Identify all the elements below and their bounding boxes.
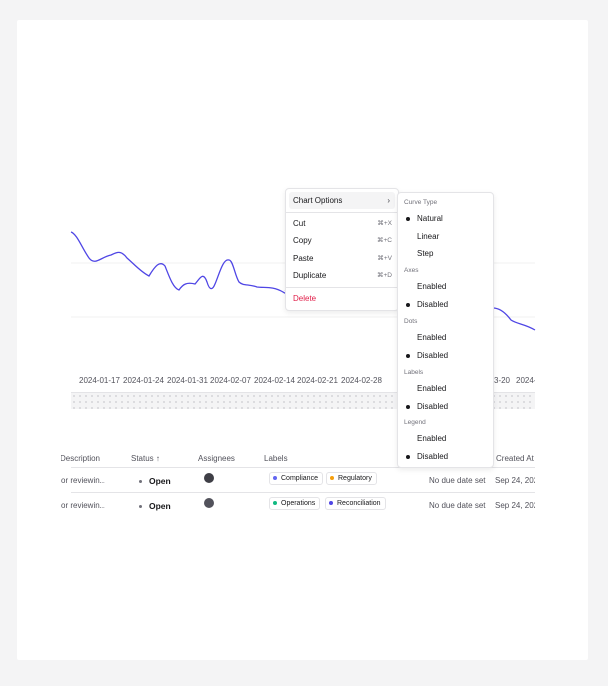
label-text: Compliance	[281, 475, 318, 482]
x-tick-label: 2024-01-17	[79, 376, 120, 385]
cell-status: Open	[139, 501, 171, 511]
cell-created-at: Sep 24, 202	[495, 501, 535, 510]
cell-created-at: Sep 24, 202	[495, 476, 535, 485]
x-tick-label: 2024-01-24	[123, 376, 164, 385]
status-dot-icon	[139, 505, 142, 509]
option-label: Enabled	[417, 434, 447, 443]
option-curve-natural[interactable]: Natural	[401, 210, 490, 227]
option-label: Enabled	[417, 282, 447, 291]
option-label: Disabled	[417, 351, 449, 360]
cell-status: Open	[139, 476, 171, 486]
label-text: Regulatory	[338, 475, 372, 482]
status-label: Open	[149, 501, 171, 511]
menu-item-label: Cut	[293, 219, 306, 228]
option-label: Disabled	[417, 300, 449, 309]
option-curve-linear[interactable]: Linear	[401, 228, 490, 245]
option-label: Enabled	[417, 333, 447, 342]
submenu-group-title: Curve Type	[404, 199, 438, 206]
context-menu: Chart Options › Cut ⌘+X Copy ⌘+C Paste ⌘…	[285, 188, 399, 311]
column-header-created-at[interactable]: Created At	[496, 454, 534, 463]
option-legend-enabled[interactable]: Enabled	[401, 430, 490, 447]
menu-item-paste[interactable]: Paste ⌘+V	[289, 250, 395, 267]
cell-due-date: No due date set	[429, 476, 486, 485]
status-label: Open	[149, 476, 171, 486]
submenu-group-title: Labels	[404, 369, 424, 376]
app-frame: 2024-01-17 2024-01-24 2024-01-31 2024-02…	[17, 20, 588, 660]
selected-dot-icon	[406, 303, 410, 307]
table-row[interactable]: or reviewin... Open Compliance Regulator…	[61, 467, 535, 492]
x-tick-label: 2024-02-21	[297, 376, 338, 385]
column-header-status[interactable]: Status ↑	[131, 454, 160, 463]
menu-divider	[286, 212, 398, 213]
option-label: Natural	[417, 214, 443, 223]
label-dot-icon	[329, 501, 333, 506]
menu-item-label: Duplicate	[293, 271, 327, 280]
label-text: Reconciliation	[337, 500, 381, 507]
selected-dot-icon	[406, 217, 410, 221]
x-tick-label: 2024-02-14	[254, 376, 295, 385]
column-header-status-label: Status	[131, 454, 154, 463]
chevron-right-icon: ›	[387, 196, 390, 205]
menu-shortcut: ⌘+C	[377, 237, 392, 244]
label-dot-icon	[273, 476, 277, 481]
menu-shortcut: ⌘+X	[377, 220, 392, 227]
column-header-assignees[interactable]: Assignees	[198, 454, 235, 463]
submenu-group-title: Dots	[404, 318, 418, 325]
selected-dot-icon	[406, 405, 410, 409]
menu-divider	[286, 287, 398, 288]
option-label: Disabled	[417, 402, 449, 411]
menu-shortcut: ⌘+D	[377, 272, 392, 279]
table-header: Description Status ↑ Assignees Labels Cr…	[17, 452, 588, 468]
menu-item-cut[interactable]: Cut ⌘+X	[289, 215, 395, 232]
menu-item-label: Chart Options	[293, 196, 343, 205]
column-header-description[interactable]: Description	[61, 454, 100, 463]
menu-item-label: Copy	[293, 236, 312, 245]
avatar[interactable]	[204, 473, 214, 483]
cell-description: or reviewin...	[61, 501, 105, 510]
option-label: Step	[417, 249, 434, 258]
label-text: Operations	[281, 500, 316, 507]
menu-item-label: Delete	[293, 294, 317, 303]
menu-shortcut: ⌘+V	[377, 255, 392, 262]
cell-description: or reviewin...	[61, 476, 105, 485]
label-dot-icon	[330, 476, 334, 481]
option-dots-disabled[interactable]: Disabled	[401, 347, 490, 364]
column-header-labels[interactable]: Labels	[264, 454, 288, 463]
menu-item-copy[interactable]: Copy ⌘+C	[289, 232, 395, 249]
menu-item-duplicate[interactable]: Duplicate ⌘+D	[289, 267, 395, 284]
option-labels-enabled[interactable]: Enabled	[401, 380, 490, 397]
menu-item-label: Paste	[293, 254, 314, 263]
x-tick-label: 2024-02-07	[210, 376, 251, 385]
menu-item-delete[interactable]: Delete	[289, 290, 395, 307]
status-dot-icon	[139, 480, 142, 484]
label-dot-icon	[273, 501, 277, 506]
option-labels-disabled[interactable]: Disabled	[401, 398, 490, 415]
avatar[interactable]	[204, 498, 214, 508]
option-axes-enabled[interactable]: Enabled	[401, 278, 490, 295]
option-label: Linear	[417, 232, 440, 241]
option-axes-disabled[interactable]: Disabled	[401, 296, 490, 313]
submenu-group-title: Axes	[404, 267, 419, 274]
series-line	[492, 307, 536, 331]
x-tick-label: 2024-0	[516, 376, 535, 385]
label-chip: Operations	[269, 497, 321, 510]
option-legend-disabled[interactable]: Disabled	[401, 448, 490, 465]
submenu-group-title: Legend	[404, 419, 426, 426]
x-tick-label: 2024-01-31	[167, 376, 208, 385]
option-label: Enabled	[417, 384, 447, 393]
label-chip: Reconciliation	[325, 497, 386, 510]
label-chip: Regulatory	[326, 472, 377, 485]
label-chip: Compliance	[269, 472, 323, 485]
sort-asc-icon: ↑	[155, 454, 160, 463]
x-tick-label: 2024-02-28	[341, 376, 382, 385]
menu-item-chart-options[interactable]: Chart Options ›	[289, 192, 395, 209]
table-row[interactable]: or reviewin... Open Operations Reconcili…	[61, 492, 535, 517]
cell-due-date: No due date set	[429, 501, 486, 510]
option-label: Disabled	[417, 452, 449, 461]
option-curve-step[interactable]: Step	[401, 245, 490, 262]
option-dots-enabled[interactable]: Enabled	[401, 329, 490, 346]
selected-dot-icon	[406, 455, 410, 459]
chart-options-submenu: Curve Type Natural Linear Step Axes Enab…	[397, 192, 494, 468]
selected-dot-icon	[406, 354, 410, 358]
